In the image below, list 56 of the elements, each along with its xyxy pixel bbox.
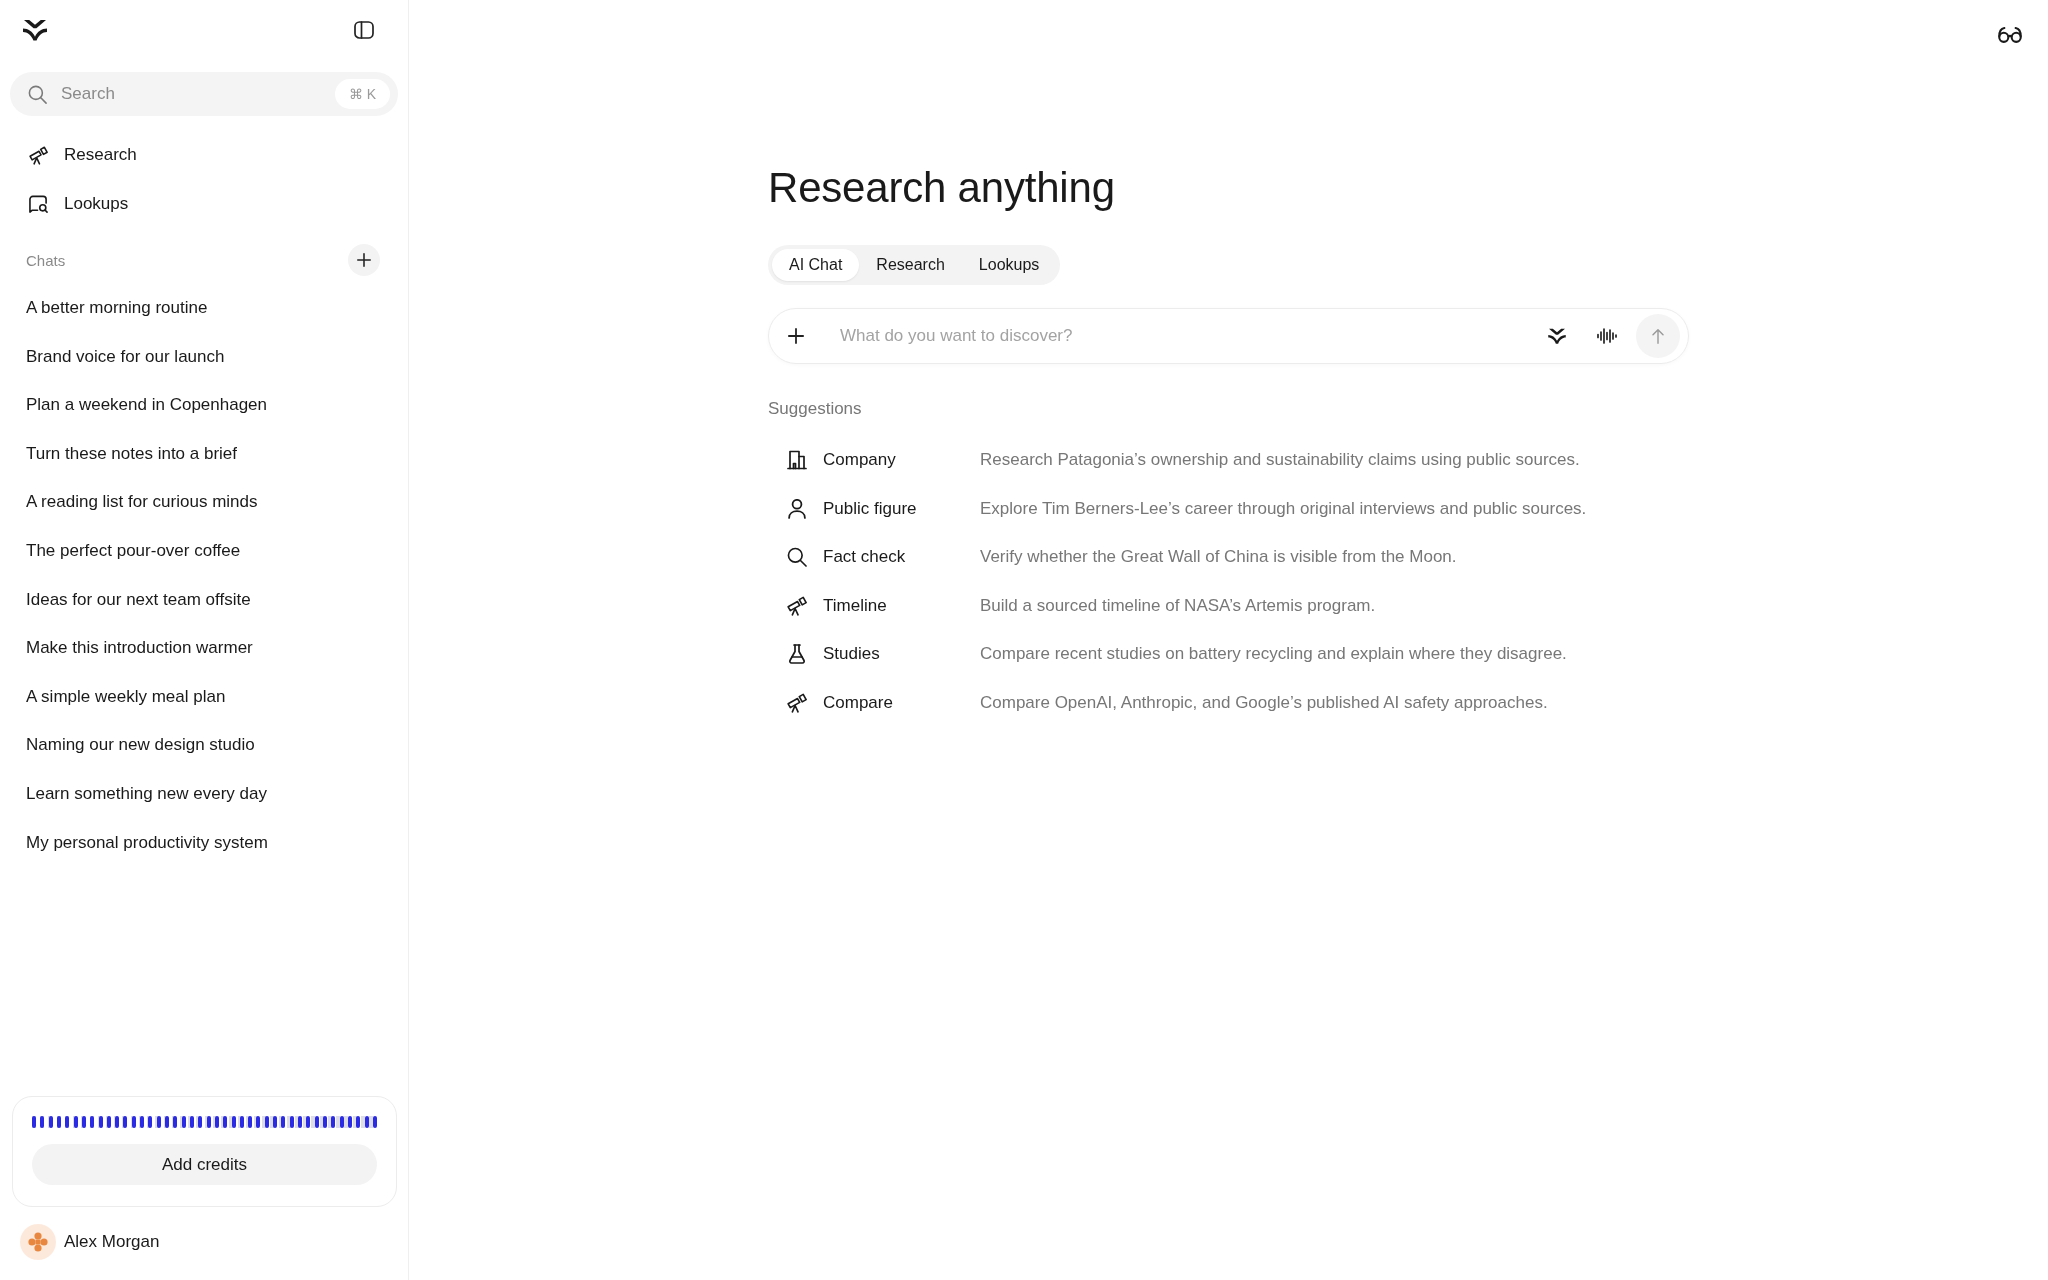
logo-icon[interactable] [23,19,47,41]
tab[interactable]: AI Chat [772,249,860,281]
flask-icon [787,644,807,665]
suggestion-title[interactable]: Fact check [823,547,906,568]
chat-item[interactable]: Learn something new every day [26,779,267,808]
telescope-icon [787,595,807,616]
arrow-up-icon [1652,328,1664,344]
suggestion-text[interactable]: Compare recent studies on battery recycling and explain where they disagree. [980,644,1567,665]
keyboard-shortcut: ⌘ K [334,79,390,109]
new-chat-button[interactable] [348,244,380,276]
suggestion-text[interactable]: Verify whether the Great Wall of China is visible from the Moon. [980,547,1457,568]
telescope-icon [29,145,48,165]
plus-icon[interactable] [788,328,804,344]
chat-item[interactable]: My personal productivity system [26,828,268,857]
search-icon [28,84,47,104]
nav-item[interactable]: Research [29,139,137,171]
suggestion-text[interactable]: Build a sourced timeline of NASA’s Artemis program. [980,595,1376,616]
section-heading: Suggestions [768,399,862,419]
glasses-icon[interactable] [1998,27,2022,43]
suggestion-text[interactable]: Explore Tim Berners-Lee’s career through original interviews and public sources. [980,498,1587,519]
section-heading: Chats [26,251,66,269]
sidebar-toggle-icon[interactable] [354,21,374,39]
search-input[interactable]: Search [61,82,327,106]
logo-icon[interactable] [1548,328,1566,344]
waveform-icon[interactable] [1597,328,1617,344]
suggestion-title[interactable]: Company [823,450,896,470]
suggestion-title[interactable]: Studies [823,644,880,665]
telescope-icon [787,692,807,713]
chat-item[interactable]: A simple weekly meal plan [26,682,226,711]
nav-item[interactable]: Lookups [29,188,129,220]
person-icon [787,498,807,519]
prompt-input[interactable]: What do you want to discover? [840,324,1524,348]
account-button[interactable]: Alex Morgan [20,1224,160,1260]
avatar-icon [20,1224,56,1260]
suggestion-title[interactable]: Timeline [823,595,887,616]
chat-item[interactable]: Naming our new design studio [26,731,255,760]
plus-icon [357,253,371,267]
chat-item[interactable]: A reading list for curious minds [26,488,258,517]
suggestion-text[interactable]: Compare OpenAI, Anthropic, and Google’s published AI safety approaches. [980,692,1548,713]
suggestion-text[interactable]: Research Patagonia’s ownership and sustainability claims using public sources. [980,450,1580,470]
suggestion-title[interactable]: Compare [823,692,893,713]
chat-item[interactable]: Turn these notes into a brief [26,439,238,468]
chat-search-icon [29,194,48,214]
add-credits-button[interactable]: Add credits [32,1144,377,1185]
chat-item[interactable]: The perfect pour-over coffee [26,536,241,565]
tab[interactable]: Research [859,249,962,281]
building-icon [787,450,807,470]
chat-item[interactable]: Plan a weekend in Copenhagen [26,391,268,420]
chat-item[interactable]: A better morning routine [26,294,208,322]
search-icon [787,547,807,568]
chat-item[interactable]: Ideas for our next team offsite [26,585,251,614]
chat-item[interactable]: Make this introduction warmer [26,634,253,663]
page-title: Research anything [768,163,1115,213]
tab[interactable]: Lookups [961,249,1057,281]
suggestion-title[interactable]: Public figure [823,498,917,519]
chat-item[interactable]: Brand voice for our launch [26,342,225,371]
